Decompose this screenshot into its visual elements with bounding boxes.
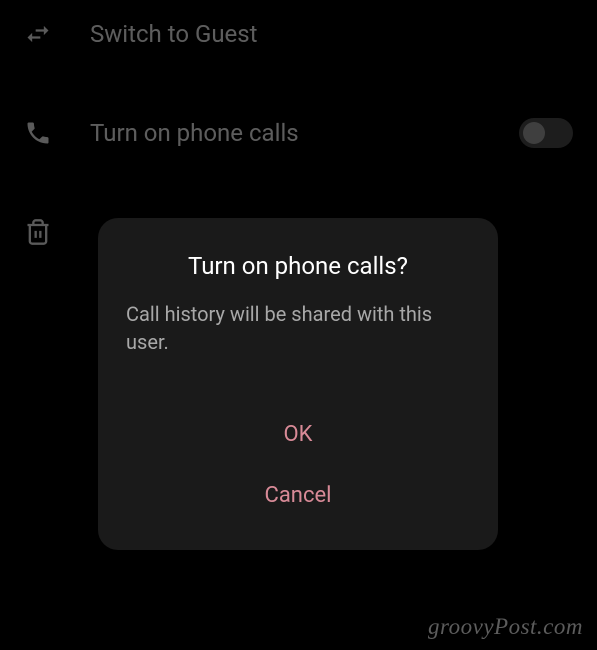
cancel-button[interactable]: Cancel bbox=[126, 465, 470, 526]
list-item-label: Turn on phone calls bbox=[90, 119, 481, 147]
phone-icon bbox=[24, 119, 52, 147]
dialog-title: Turn on phone calls? bbox=[126, 252, 470, 280]
phone-calls-toggle[interactable] bbox=[519, 118, 573, 148]
turn-on-phone-calls-item[interactable]: Turn on phone calls bbox=[0, 98, 597, 168]
confirmation-dialog: Turn on phone calls? Call history will b… bbox=[98, 218, 498, 550]
list-item-label: Switch to Guest bbox=[90, 20, 573, 48]
swap-icon bbox=[24, 20, 52, 48]
switch-to-guest-item[interactable]: Switch to Guest bbox=[0, 0, 597, 68]
watermark: groovyPost.com bbox=[428, 614, 583, 640]
trash-icon bbox=[24, 218, 52, 246]
ok-button[interactable]: OK bbox=[126, 404, 470, 465]
dialog-message: Call history will be shared with this us… bbox=[126, 300, 470, 356]
